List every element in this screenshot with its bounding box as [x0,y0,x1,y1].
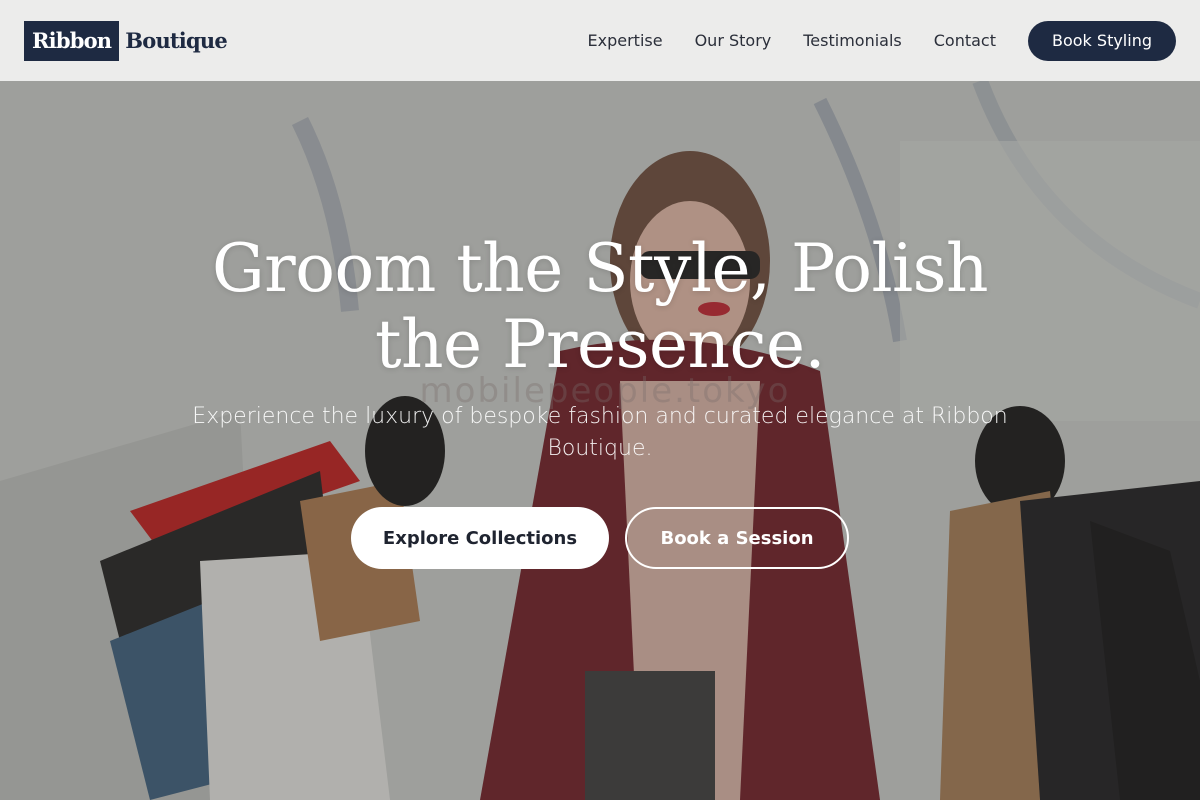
hero-content: Groom the Style, Polish the Presence. Ex… [150,231,1050,569]
hero-title: Groom the Style, Polish the Presence. [150,231,1050,383]
main-nav: Expertise Our Story Testimonials Contact… [556,20,1176,61]
book-session-button[interactable]: Book a Session [625,507,849,569]
nav-link-contact[interactable]: Contact [934,31,996,50]
hero-subtitle: Experience the luxury of bespoke fashion… [192,404,1008,461]
brand-logo[interactable]: Ribbon Boutique [24,20,228,61]
logo-wordmark: Boutique [125,28,227,53]
hero-title-line-1: Groom the Style, Polish [211,230,989,307]
hero-title-line-2: the Presence. [374,306,826,383]
nav-link-expertise[interactable]: Expertise [588,31,663,50]
hero-section: mobilepeople.tokyo Groom the Style, Poli… [0,81,1200,800]
hero-cta-row: Explore Collections Book a Session [150,507,1050,569]
book-styling-button[interactable]: Book Styling [1028,20,1176,61]
site-header: Ribbon Boutique Expertise Our Story Test… [0,0,1200,81]
logo-mark: Ribbon [24,20,120,61]
nav-link-testimonials[interactable]: Testimonials [803,31,902,50]
nav-link-our-story[interactable]: Our Story [695,31,772,50]
explore-collections-button[interactable]: Explore Collections [351,507,609,569]
